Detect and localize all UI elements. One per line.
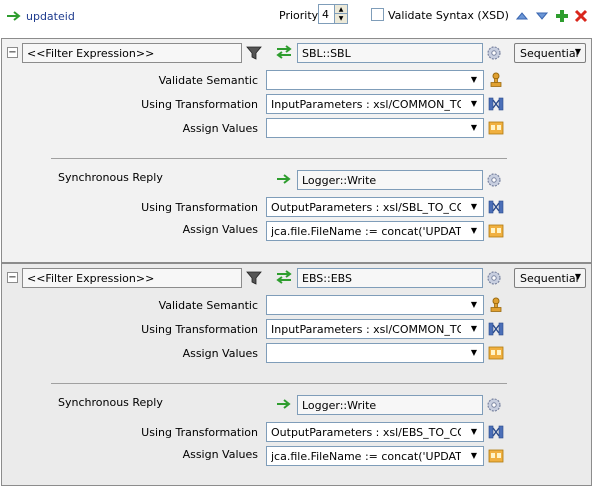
using-transformation-label: Using Transformation [141, 323, 258, 336]
operation-arrow-icon [7, 11, 21, 21]
reply-target-field[interactable]: Logger::Write [297, 395, 483, 415]
reply-arrow-icon [277, 399, 291, 409]
separator [51, 383, 507, 384]
reply-assign-values-label: Assign Values [182, 448, 258, 461]
filter-expression-field[interactable]: <<Filter Expression>> [22, 43, 242, 63]
stamp-icon[interactable] [488, 72, 504, 88]
operation-name[interactable]: updateid [26, 10, 75, 23]
chevron-down-icon: ▼ [574, 272, 581, 281]
validate-semantic-select[interactable]: ▼ [266, 295, 484, 315]
add-icon[interactable] [555, 9, 569, 23]
chevron-down-icon: ▼ [470, 202, 478, 211]
using-transformation-value: InputParameters : xsl/COMMON_TO_... [271, 98, 461, 111]
filter-expression-field[interactable]: <<Filter Expression>> [22, 268, 242, 288]
assign-values-label: Assign Values [182, 347, 258, 360]
chevron-down-icon: ▼ [470, 324, 478, 333]
assign-values-select[interactable]: ▼ [266, 118, 484, 138]
reply-assign-values-value: jca.file.FileName := concat('UPDATEI... [271, 450, 461, 463]
chevron-down-icon: ▼ [470, 99, 478, 108]
chevron-down-icon: ▼ [470, 226, 478, 235]
validate-syntax-label: Validate Syntax (XSD) [388, 9, 509, 22]
transformation-map-icon[interactable] [488, 199, 504, 215]
transformation-map-icon[interactable] [488, 96, 504, 112]
using-transformation-value: InputParameters : xsl/COMMON_TO_... [271, 323, 461, 336]
synchronous-reply-label: Synchronous Reply [58, 171, 163, 184]
move-up-icon[interactable] [515, 9, 529, 23]
validate-semantic-label: Validate Semantic [158, 74, 258, 87]
target-service-field[interactable]: EBS::EBS [297, 268, 483, 288]
collapse-button[interactable]: − [7, 272, 18, 283]
swap-arrows-icon [276, 45, 292, 59]
assign-values-icon[interactable] [488, 345, 504, 361]
collapse-button[interactable]: − [7, 47, 18, 58]
execution-mode-dropdown[interactable]: Sequential ▼ [514, 268, 586, 288]
target-service-field[interactable]: SBL::SBL [297, 43, 483, 63]
chevron-down-icon: ▼ [574, 47, 581, 56]
reply-transformation-label: Using Transformation [141, 201, 258, 214]
separator [51, 158, 507, 159]
transformation-map-icon[interactable] [488, 321, 504, 337]
filter-icon[interactable] [246, 45, 262, 61]
move-down-icon[interactable] [535, 9, 549, 23]
using-transformation-label: Using Transformation [141, 98, 258, 111]
delete-icon[interactable] [574, 9, 588, 23]
using-transformation-select[interactable]: InputParameters : xsl/COMMON_TO_... ▼ [266, 319, 484, 339]
execution-mode-value: Sequential [520, 47, 579, 60]
stamp-icon[interactable] [488, 297, 504, 313]
priority-value[interactable]: 4 [322, 8, 329, 21]
reply-transformation-select[interactable]: OutputParameters : xsl/SBL_TO_COM... ▼ [266, 197, 484, 217]
chevron-down-icon: ▼ [470, 123, 478, 132]
filter-icon[interactable] [246, 270, 262, 286]
gear-icon[interactable] [486, 45, 502, 61]
gear-icon[interactable] [486, 270, 502, 286]
swap-arrows-icon [276, 270, 292, 284]
assign-values-icon[interactable] [488, 223, 504, 239]
execution-mode-value: Sequential [520, 272, 579, 285]
execution-mode-dropdown[interactable]: Sequential ▼ [514, 43, 586, 63]
synchronous-reply-label: Synchronous Reply [58, 396, 163, 409]
gear-icon[interactable] [486, 172, 502, 188]
validate-semantic-label: Validate Semantic [158, 299, 258, 312]
chevron-down-icon: ▼ [470, 427, 478, 436]
gear-icon[interactable] [486, 397, 502, 413]
reply-transformation-select[interactable]: OutputParameters : xsl/EBS_TO_COM... ▼ [266, 422, 484, 442]
chevron-down-icon: ▼ [470, 75, 478, 84]
chevron-down-icon: ▼ [470, 348, 478, 357]
validate-semantic-select[interactable]: ▼ [266, 70, 484, 90]
chevron-down-icon: ▼ [470, 451, 478, 460]
reply-assign-values-label: Assign Values [182, 223, 258, 236]
reply-target-field[interactable]: Logger::Write [297, 170, 483, 190]
using-transformation-select[interactable]: InputParameters : xsl/COMMON_TO_... ▼ [266, 94, 484, 114]
priority-down-icon[interactable]: ▼ [335, 14, 347, 23]
transformation-map-icon[interactable] [488, 424, 504, 440]
operation-header: updateid Priority 4 ▲ ▼ Validate Syntax … [0, 0, 593, 36]
assign-values-select[interactable]: ▼ [266, 343, 484, 363]
reply-transformation-label: Using Transformation [141, 426, 258, 439]
validate-syntax-checkbox[interactable] [371, 8, 384, 21]
reply-transformation-value: OutputParameters : xsl/EBS_TO_COM... [271, 426, 461, 439]
reply-assign-values-select[interactable]: jca.file.FileName := concat('UPDATEI... … [266, 446, 484, 466]
reply-transformation-value: OutputParameters : xsl/SBL_TO_COM... [271, 201, 461, 214]
assign-values-label: Assign Values [182, 122, 258, 135]
assign-values-icon[interactable] [488, 448, 504, 464]
reply-arrow-icon [277, 174, 291, 184]
priority-up-icon[interactable]: ▲ [335, 5, 347, 14]
priority-spinner[interactable]: 4 ▲ ▼ [318, 4, 348, 24]
priority-label: Priority [279, 9, 319, 22]
assign-values-icon[interactable] [488, 120, 504, 136]
chevron-down-icon: ▼ [470, 300, 478, 309]
reply-assign-values-value: jca.file.FileName := concat('UPDATEI... [271, 225, 461, 238]
reply-assign-values-select[interactable]: jca.file.FileName := concat('UPDATEI... … [266, 221, 484, 241]
